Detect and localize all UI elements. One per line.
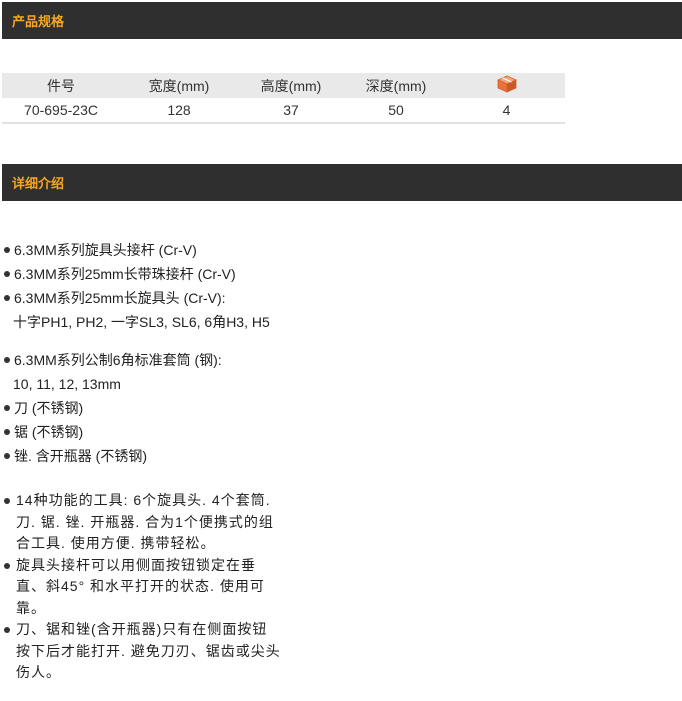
bullet-icon xyxy=(4,498,10,504)
list-item-text: 6.3MM系列公制6角标准套筒 (钢): xyxy=(14,352,222,368)
list-item: 刀 (不锈钢) xyxy=(4,396,294,420)
header-height: 高度(mm) xyxy=(238,73,344,98)
bullet-icon xyxy=(4,429,10,435)
cell-width: 128 xyxy=(120,98,238,124)
feature-text: 14种功能的工具: 6个旋具头. 4个套筒. 刀. 锯. 锉. 开瓶器. 合为1… xyxy=(16,492,274,551)
spec-table: 件号 宽度(mm) 高度(mm) 深度(mm) 70-695-23C 128 3… xyxy=(2,73,565,124)
header-part-number: 件号 xyxy=(2,73,120,98)
bullet-icon xyxy=(4,295,10,301)
cell-package-qty: 4 xyxy=(448,98,565,124)
bullet-icon xyxy=(4,562,10,569)
header-depth: 深度(mm) xyxy=(344,73,448,98)
cell-height: 37 xyxy=(238,98,344,124)
table-header-row: 件号 宽度(mm) 高度(mm) 深度(mm) xyxy=(2,73,565,98)
detail-list: 6.3MM系列旋具头接杆 (Cr-V) 6.3MM系列25mm长带珠接杆 (Cr… xyxy=(4,238,294,684)
bullet-icon xyxy=(4,405,10,411)
list-item-text: 锉. 含开瓶器 (不锈钢) xyxy=(14,448,147,464)
list-item: 锯 (不锈钢) xyxy=(4,420,294,444)
feature-text: 刀、锯和锉(含开瓶器)只有在侧面按钮按下后才能打开. 避免刀刃、锯齿或尖头伤人。 xyxy=(16,621,281,680)
section-header-spec: 产品规格 xyxy=(2,2,682,39)
section-title-spec: 产品规格 xyxy=(12,14,65,29)
table-row: 70-695-23C 128 37 50 4 xyxy=(2,98,565,124)
section-header-detail: 详细介绍 xyxy=(2,164,682,201)
list-item: 6.3MM系列公制6角标准套筒 (钢): xyxy=(4,348,294,372)
list-item-text: 刀 (不锈钢) xyxy=(14,400,84,416)
feature-paragraph: 旋具头接杆可以用侧面按钮锁定在垂直、斜45° 和水平打开的状态. 使用可靠。 xyxy=(4,555,282,620)
feature-paragraph: 14种功能的工具: 6个旋具头. 4个套筒. 刀. 锯. 锉. 开瓶器. 合为1… xyxy=(4,490,282,555)
list-item: 6.3MM系列25mm长带珠接杆 (Cr-V) xyxy=(4,262,294,286)
list-item-text: 6.3MM系列25mm长旋具头 (Cr-V): xyxy=(14,290,226,306)
bullet-icon xyxy=(4,271,10,277)
list-item-text: 6.3MM系列旋具头接杆 (Cr-V) xyxy=(14,242,197,258)
list-item-sub: 10, 11, 12, 13mm xyxy=(13,376,121,392)
list-item-text: 锯 (不锈钢) xyxy=(14,424,84,440)
list-item-sub: 十字PH1, PH2, 一字SL3, SL6, 6角H3, H5 xyxy=(13,314,270,330)
bullet-icon xyxy=(4,627,10,633)
list-item: 6.3MM系列25mm长旋具头 (Cr-V): xyxy=(4,286,294,310)
cell-part-number: 70-695-23C xyxy=(2,98,120,124)
bullet-icon xyxy=(4,247,10,253)
header-width: 宽度(mm) xyxy=(120,73,238,98)
header-package-qty xyxy=(448,73,565,98)
feature-text: 旋具头接杆可以用侧面按钮锁定在垂直、斜45° 和水平打开的状态. 使用可靠。 xyxy=(16,556,265,616)
section-title-detail: 详细介绍 xyxy=(12,176,65,191)
feature-paragraph: 刀、锯和锉(含开瓶器)只有在侧面按钮按下后才能打开. 避免刀刃、锯齿或尖头伤人。 xyxy=(4,619,282,684)
bullet-icon xyxy=(4,453,10,459)
list-item: 锉. 含开瓶器 (不锈钢) xyxy=(4,444,294,468)
bullet-icon xyxy=(4,357,10,363)
cell-depth: 50 xyxy=(344,98,448,124)
box-icon xyxy=(496,75,517,96)
list-item-text: 6.3MM系列25mm长带珠接杆 (Cr-V) xyxy=(14,266,236,282)
list-item: 6.3MM系列旋具头接杆 (Cr-V) xyxy=(4,238,294,262)
